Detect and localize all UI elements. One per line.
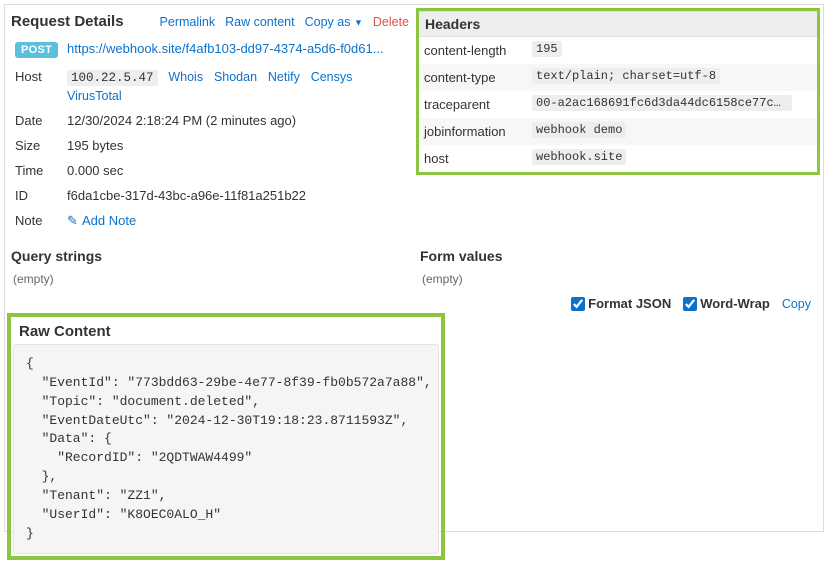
query-strings-title: Query strings [11, 246, 408, 268]
header-row: content-length 195 [419, 37, 817, 64]
pencil-icon: ✎ [67, 213, 79, 229]
whois-link[interactable]: Whois [168, 70, 203, 84]
id-value: f6da1cbe-317d-43bc-a96e-11f81a251b22 [63, 183, 409, 208]
header-key: traceparent [419, 91, 527, 118]
id-label: ID [11, 183, 63, 208]
header-row: host webhook.site [419, 145, 817, 172]
header-row: traceparent 00-a2ac168691fc6d3da44dc6158c… [419, 91, 817, 118]
wordwrap-checkbox[interactable]: Word-Wrap [683, 296, 770, 311]
header-key: host [419, 145, 527, 172]
header-value: text/plain; charset=utf-8 [532, 68, 720, 84]
add-note-button[interactable]: ✎Add Note [67, 213, 136, 228]
host-label: Host [11, 64, 63, 108]
censys-link[interactable]: Censys [311, 70, 353, 84]
copy-as-dropdown[interactable]: Copy as ▼ [305, 15, 363, 29]
header-value: 00-a2ac168691fc6d3da44dc6158ce77cef-1374… [532, 95, 792, 111]
shodan-link[interactable]: Shodan [214, 70, 257, 84]
caret-down-icon: ▼ [354, 17, 363, 27]
wordwrap-input[interactable] [683, 297, 697, 311]
form-values-title: Form values [420, 246, 817, 268]
header-row: jobinformation webhook demo [419, 118, 817, 145]
header-key: content-type [419, 64, 527, 91]
netify-link[interactable]: Netify [268, 70, 300, 84]
permalink-link[interactable]: Permalink [160, 15, 216, 29]
size-label: Size [11, 133, 63, 158]
header-value: webhook.site [532, 149, 626, 165]
raw-content-body[interactable]: { "EventId": "773bdd63-29be-4e77-8f39-fb… [13, 344, 439, 554]
time-label: Time [11, 158, 63, 183]
note-label: Note [11, 208, 63, 234]
time-value: 0.000 sec [63, 158, 409, 183]
header-row: content-type text/plain; charset=utf-8 [419, 64, 817, 91]
raw-content-section: Raw Content { "EventId": "773bdd63-29be-… [11, 317, 441, 556]
header-value: webhook demo [532, 122, 626, 138]
request-details: Request Details Permalink Raw content Co… [5, 5, 415, 240]
method-badge: POST [15, 42, 58, 58]
request-panel: Request Details Permalink Raw content Co… [4, 4, 824, 532]
header-value: 195 [532, 41, 562, 57]
date-value: 12/30/2024 2:18:24 PM (2 minutes ago) [63, 108, 409, 133]
date-label: Date [11, 108, 63, 133]
format-json-checkbox[interactable]: Format JSON [571, 296, 671, 311]
header-key: jobinformation [419, 118, 527, 145]
host-value: 100.22.5.47 [67, 70, 158, 86]
headers-title: Headers [419, 11, 817, 37]
request-details-title: Request Details [11, 13, 124, 30]
form-values-empty: (empty) [420, 268, 817, 290]
delete-link[interactable]: Delete [373, 15, 409, 29]
header-key: content-length [419, 37, 527, 64]
query-strings-empty: (empty) [11, 268, 408, 290]
query-strings-section: Query strings (empty) [5, 240, 414, 296]
headers-section: Headers content-length 195 content-type tex… [419, 11, 817, 172]
copy-link[interactable]: Copy [782, 297, 811, 311]
raw-content-link[interactable]: Raw content [225, 15, 294, 29]
virustotal-link[interactable]: VirusTotal [67, 89, 122, 103]
request-url[interactable]: https://webhook.site/f4afb103-dd97-4374-… [67, 41, 384, 56]
format-json-input[interactable] [571, 297, 585, 311]
raw-content-title: Raw Content [13, 319, 439, 344]
size-value: 195 bytes [63, 133, 409, 158]
form-values-section: Form values (empty) [414, 240, 823, 296]
